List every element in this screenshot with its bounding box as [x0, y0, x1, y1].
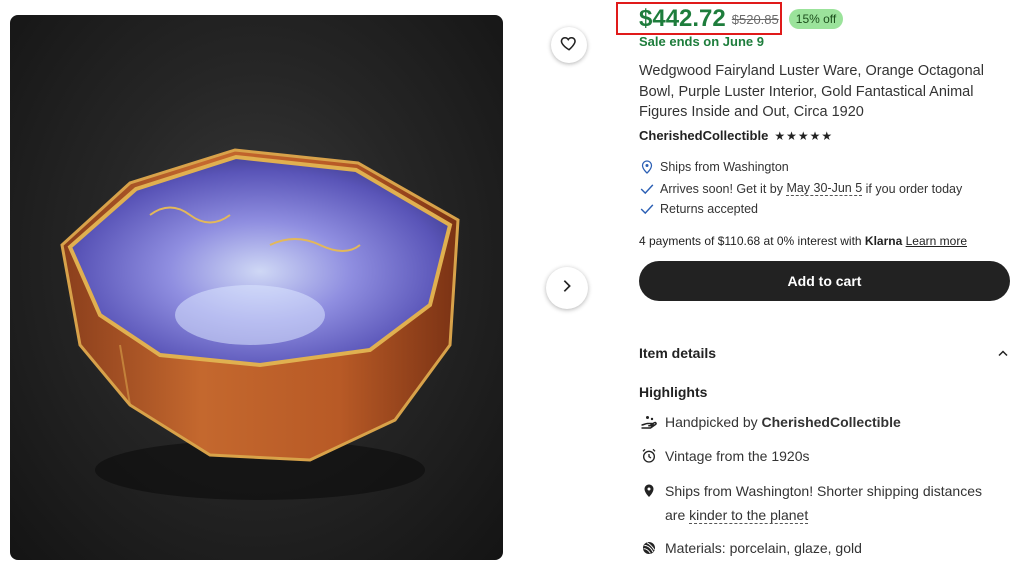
alarm-clock-icon — [639, 444, 659, 464]
klarna-installments: 4 payments of $110.68 at 0% interest wit… — [639, 234, 967, 248]
arrival-dates[interactable]: May 30-Jun 5 — [786, 181, 863, 196]
handpicked-prefix: Handpicked by — [665, 414, 762, 430]
shop-rating-stars: ★★★★★ — [774, 128, 834, 143]
klarna-learn-more-link[interactable]: Learn more — [906, 234, 967, 248]
ships-planet-prefix: are — [665, 507, 690, 523]
returns-text: Returns accepted — [660, 202, 758, 216]
yarn-ball-icon — [639, 536, 659, 556]
highlights-title: Highlights — [639, 384, 708, 400]
map-pin-icon — [639, 160, 655, 174]
vintage-row: Vintage from the 1920s — [639, 444, 1019, 468]
hand-icon — [639, 410, 659, 430]
add-to-cart-button[interactable]: Add to cart — [639, 261, 1010, 301]
klarna-text: 4 payments of $110.68 at 0% interest wit… — [639, 234, 865, 248]
listing-title: Wedgwood Fairyland Luster Ware, Orange O… — [639, 63, 984, 120]
check-icon — [639, 183, 655, 195]
bowl-illustration — [60, 148, 460, 500]
ships-from-row: Ships from Washington — [639, 160, 789, 174]
returns-row: Returns accepted — [639, 202, 758, 216]
ships-planet-line1: Ships from Washington! Shorter shipping … — [665, 483, 982, 499]
sale-ends-text: Sale ends on June 9 — [639, 34, 764, 49]
materials-row: Materials: porcelain, glaze, gold — [639, 536, 1019, 560]
ships-from-text: Ships from Washington — [660, 160, 789, 174]
vintage-text: Vintage from the 1920s — [665, 448, 810, 464]
arrival-suffix: if you order today — [862, 181, 963, 196]
item-details-toggle[interactable]: Item details — [639, 345, 1009, 361]
ships-planet-text: Ships from Washington! Shorter shipping … — [665, 479, 982, 527]
ships-planet-row: Ships from Washington! Shorter shipping … — [639, 479, 1019, 527]
kinder-planet-link[interactable]: kinder to the planet — [689, 507, 809, 524]
price-highlight-box — [616, 2, 782, 35]
chevron-right-icon — [559, 278, 575, 299]
arrival-prefix: Arrives soon! Get it by — [660, 181, 787, 196]
materials-text: Materials: porcelain, glaze, gold — [665, 540, 862, 556]
favorite-button[interactable] — [551, 27, 587, 63]
handpicked-shop: CherishedCollectible — [761, 414, 901, 430]
map-pin-icon — [639, 479, 659, 499]
klarna-brand: Klarna — [864, 234, 903, 248]
item-details-header: Item details — [639, 345, 717, 361]
heart-icon — [560, 34, 578, 57]
chevron-up-icon — [997, 345, 1009, 361]
shop-info[interactable]: CherishedCollectible ★★★★★ — [639, 128, 833, 143]
check-icon — [639, 203, 655, 215]
next-image-button[interactable] — [546, 267, 588, 309]
arrival-row: Arrives soon! Get it by May 30-Jun 5 if … — [639, 181, 962, 196]
discount-badge: 15% off — [788, 9, 844, 29]
product-image[interactable] — [10, 15, 503, 560]
handpicked-row: Handpicked by CherishedCollectible — [639, 410, 1019, 434]
shop-name[interactable]: CherishedCollectible — [639, 128, 768, 143]
